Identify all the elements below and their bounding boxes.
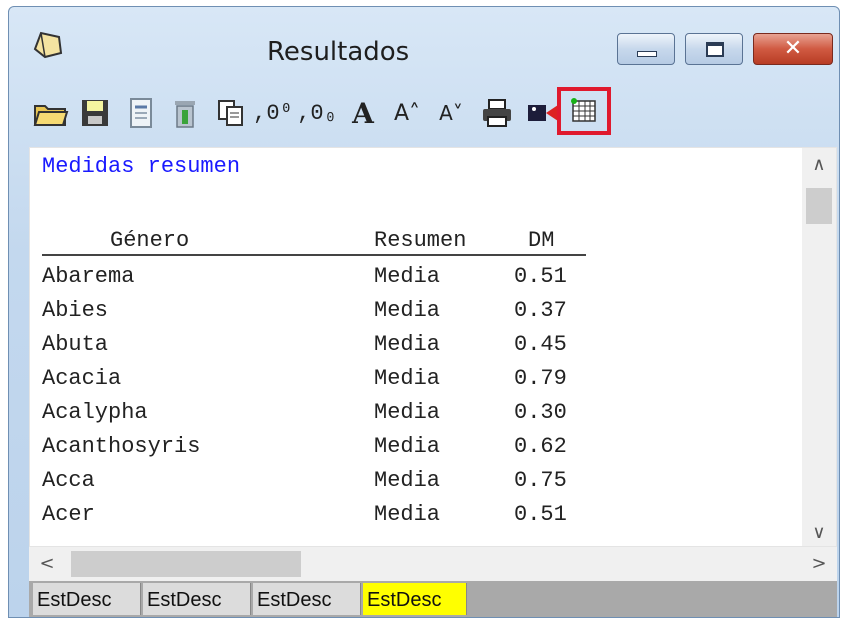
table-row: Acca Media 0.75 — [30, 468, 800, 500]
cell-genero: Abarema — [42, 264, 135, 289]
cell-genero: Acanthosyris — [42, 434, 201, 459]
tab-estdesc-2[interactable]: EstDesc — [143, 583, 251, 615]
font-smaller-icon[interactable]: A˅ — [429, 91, 473, 135]
increase-decimals-icon[interactable]: ,0⁰ — [251, 91, 295, 135]
results-heading: Medidas resumen — [42, 154, 241, 179]
table-row: Acalypha Media 0.30 — [30, 400, 800, 432]
document-icon[interactable] — [119, 91, 163, 135]
font-bold-icon[interactable]: A — [341, 91, 385, 135]
cell-resumen: Media — [374, 502, 441, 527]
title-bar[interactable]: Resultados ✕ — [9, 7, 839, 85]
font-larger-icon[interactable]: A˄ — [385, 91, 429, 135]
cell-dm: 0.51 — [514, 502, 567, 527]
vertical-scroll-thumb[interactable] — [806, 188, 832, 224]
maximize-icon — [706, 42, 724, 57]
column-header-dm: DM — [528, 228, 555, 253]
save-floppy-icon[interactable] — [73, 91, 117, 135]
cell-genero: Acca — [42, 468, 95, 493]
table-row: Abarema Media 0.51 — [30, 264, 800, 296]
column-header-genero: Género — [110, 228, 190, 253]
results-window: Resultados ✕ ,0⁰ ,0₀ A A˄ A˅ Medidas res… — [8, 6, 840, 618]
tab-estdesc-1[interactable]: EstDesc — [33, 583, 141, 615]
cell-dm: 0.51 — [514, 264, 567, 289]
cell-resumen: Media — [374, 366, 441, 391]
cell-dm: 0.30 — [514, 400, 567, 425]
scroll-right-icon[interactable]: > — [809, 553, 829, 574]
printer-icon[interactable] — [475, 91, 519, 135]
window-title: Resultados — [267, 37, 410, 67]
table-row: Acacia Media 0.79 — [30, 366, 800, 398]
maximize-button[interactable] — [685, 33, 743, 65]
cell-dm: 0.79 — [514, 366, 567, 391]
scroll-down-icon[interactable]: ∨ — [802, 522, 836, 543]
app-icon — [33, 31, 63, 59]
scroll-left-icon[interactable]: < — [37, 553, 57, 574]
column-header-resumen: Resumen — [374, 228, 467, 253]
cell-dm: 0.37 — [514, 298, 567, 323]
toolbar: ,0⁰ ,0₀ A A˄ A˅ — [29, 85, 837, 145]
horizontal-scroll-thumb[interactable] — [71, 551, 301, 577]
cell-dm: 0.62 — [514, 434, 567, 459]
cell-genero: Abies — [42, 298, 109, 323]
cell-resumen: Media — [374, 332, 441, 357]
cell-resumen: Media — [374, 400, 441, 425]
tab-estdesc-3[interactable]: EstDesc — [253, 583, 361, 615]
tab-estdesc-4[interactable]: EstDesc — [363, 583, 467, 615]
cell-dm: 0.45 — [514, 332, 567, 357]
minimize-button[interactable] — [617, 33, 675, 65]
trash-icon[interactable] — [163, 91, 207, 135]
scroll-up-icon[interactable]: ∧ — [802, 154, 836, 175]
open-folder-icon[interactable] — [29, 91, 73, 135]
cell-resumen: Media — [374, 468, 441, 493]
close-icon: ✕ — [783, 36, 803, 61]
cell-genero: Abuta — [42, 332, 109, 357]
cell-genero: Acalypha — [42, 400, 148, 425]
cell-dm: 0.75 — [514, 468, 567, 493]
close-button[interactable]: ✕ — [753, 33, 833, 65]
table-grid-icon[interactable] — [557, 87, 611, 135]
table-row: Abies Media 0.37 — [30, 298, 800, 330]
horizontal-scrollbar[interactable]: < > — [29, 547, 837, 581]
output-tabs: EstDesc EstDesc EstDesc EstDesc — [29, 581, 837, 617]
header-rule — [42, 254, 586, 256]
vertical-scrollbar[interactable]: ∧ ∨ — [802, 148, 836, 546]
cell-resumen: Media — [374, 434, 441, 459]
decrease-decimals-icon[interactable]: ,0₀ — [295, 91, 339, 135]
cell-genero: Acer — [42, 502, 95, 527]
results-pane[interactable]: Medidas resumen Género Resumen DM Abarem… — [29, 147, 837, 547]
cell-resumen: Media — [374, 264, 441, 289]
cell-resumen: Media — [374, 298, 441, 323]
table-row: Acer Media 0.51 — [30, 502, 800, 534]
copy-icon[interactable] — [209, 91, 253, 135]
cell-genero: Acacia — [42, 366, 122, 391]
table-row: Acanthosyris Media 0.62 — [30, 434, 800, 466]
table-row: Abuta Media 0.45 — [30, 332, 800, 364]
minimize-icon — [637, 51, 657, 57]
